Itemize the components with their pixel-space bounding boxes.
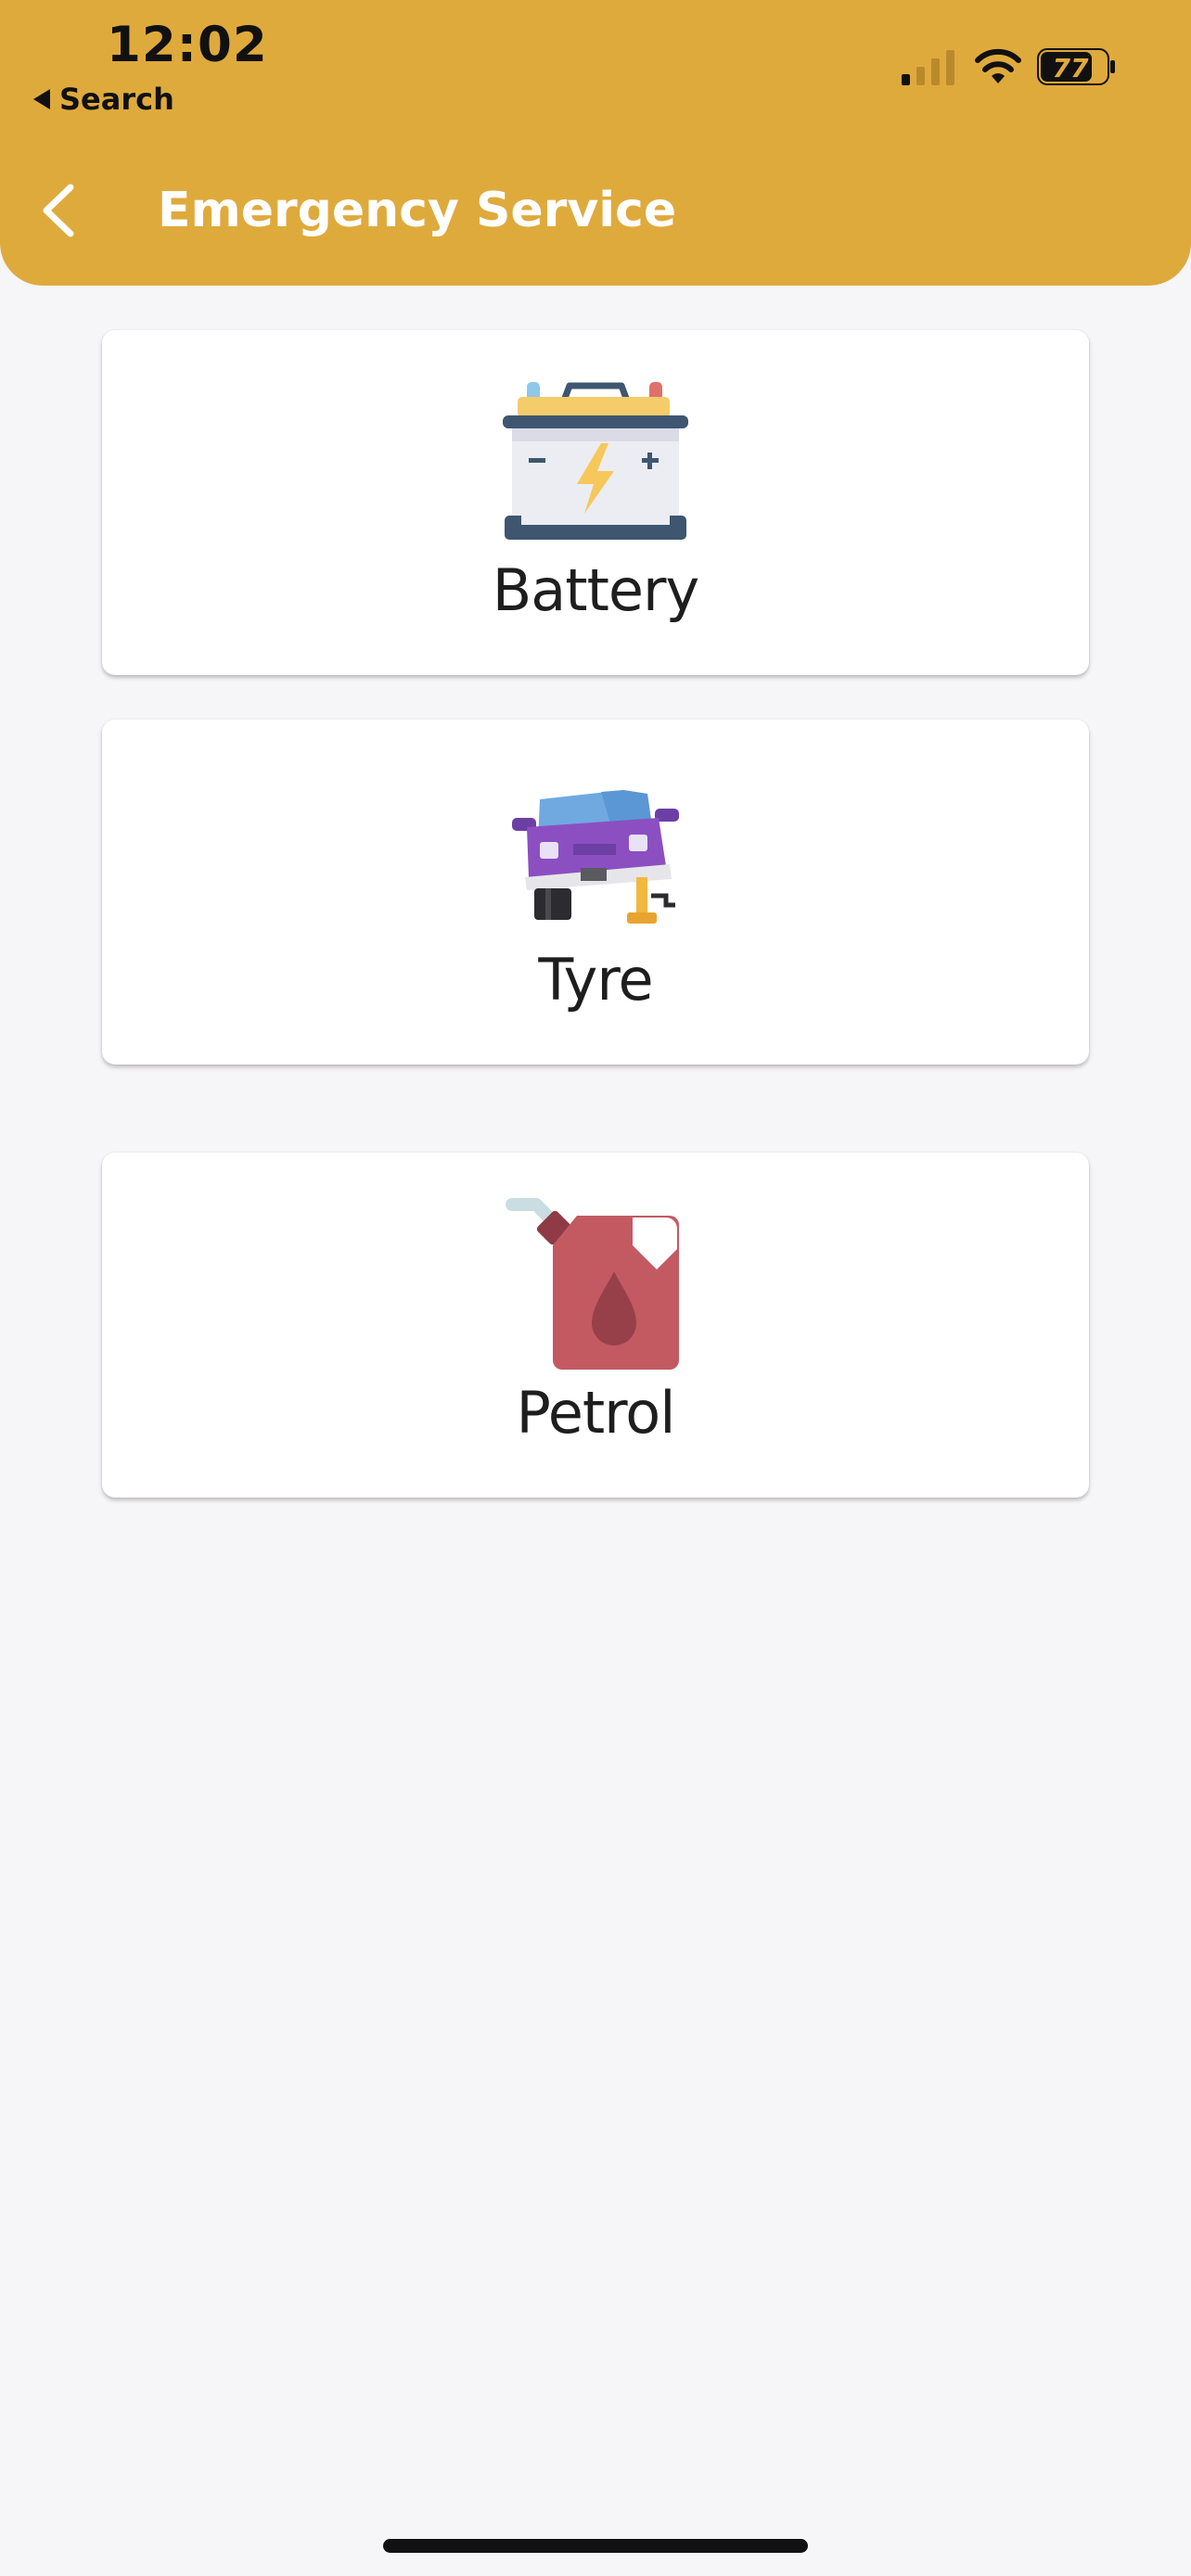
wifi-icon xyxy=(975,48,1021,83)
battery-icon: 77 xyxy=(1037,48,1115,85)
battery-level: 77 xyxy=(1053,53,1089,83)
service-card-battery[interactable]: Battery xyxy=(102,330,1089,675)
status-time: 12:02 xyxy=(107,17,268,73)
back-to-search-link[interactable]: Search xyxy=(33,82,174,117)
back-triangle-icon xyxy=(33,89,50,109)
chevron-left-icon[interactable] xyxy=(37,178,83,243)
service-card-petrol[interactable]: Petrol xyxy=(102,1153,1089,1498)
cellular-signal-icon xyxy=(902,50,954,85)
service-label-battery: Battery xyxy=(492,556,699,624)
car-battery-icon xyxy=(503,382,688,540)
service-label-petrol: Petrol xyxy=(516,1379,676,1447)
home-indicator[interactable] xyxy=(383,2539,808,2553)
service-label-tyre: Tyre xyxy=(538,946,653,1014)
app-header: 12:02 Search 77 Emergency Service xyxy=(0,0,1191,286)
back-app-label: Search xyxy=(59,82,174,117)
page-title: Emergency Service xyxy=(158,183,677,238)
service-card-tyre[interactable]: Tyre xyxy=(102,720,1089,1065)
fuel-can-icon xyxy=(506,1198,679,1370)
car-jack-icon xyxy=(512,790,679,924)
